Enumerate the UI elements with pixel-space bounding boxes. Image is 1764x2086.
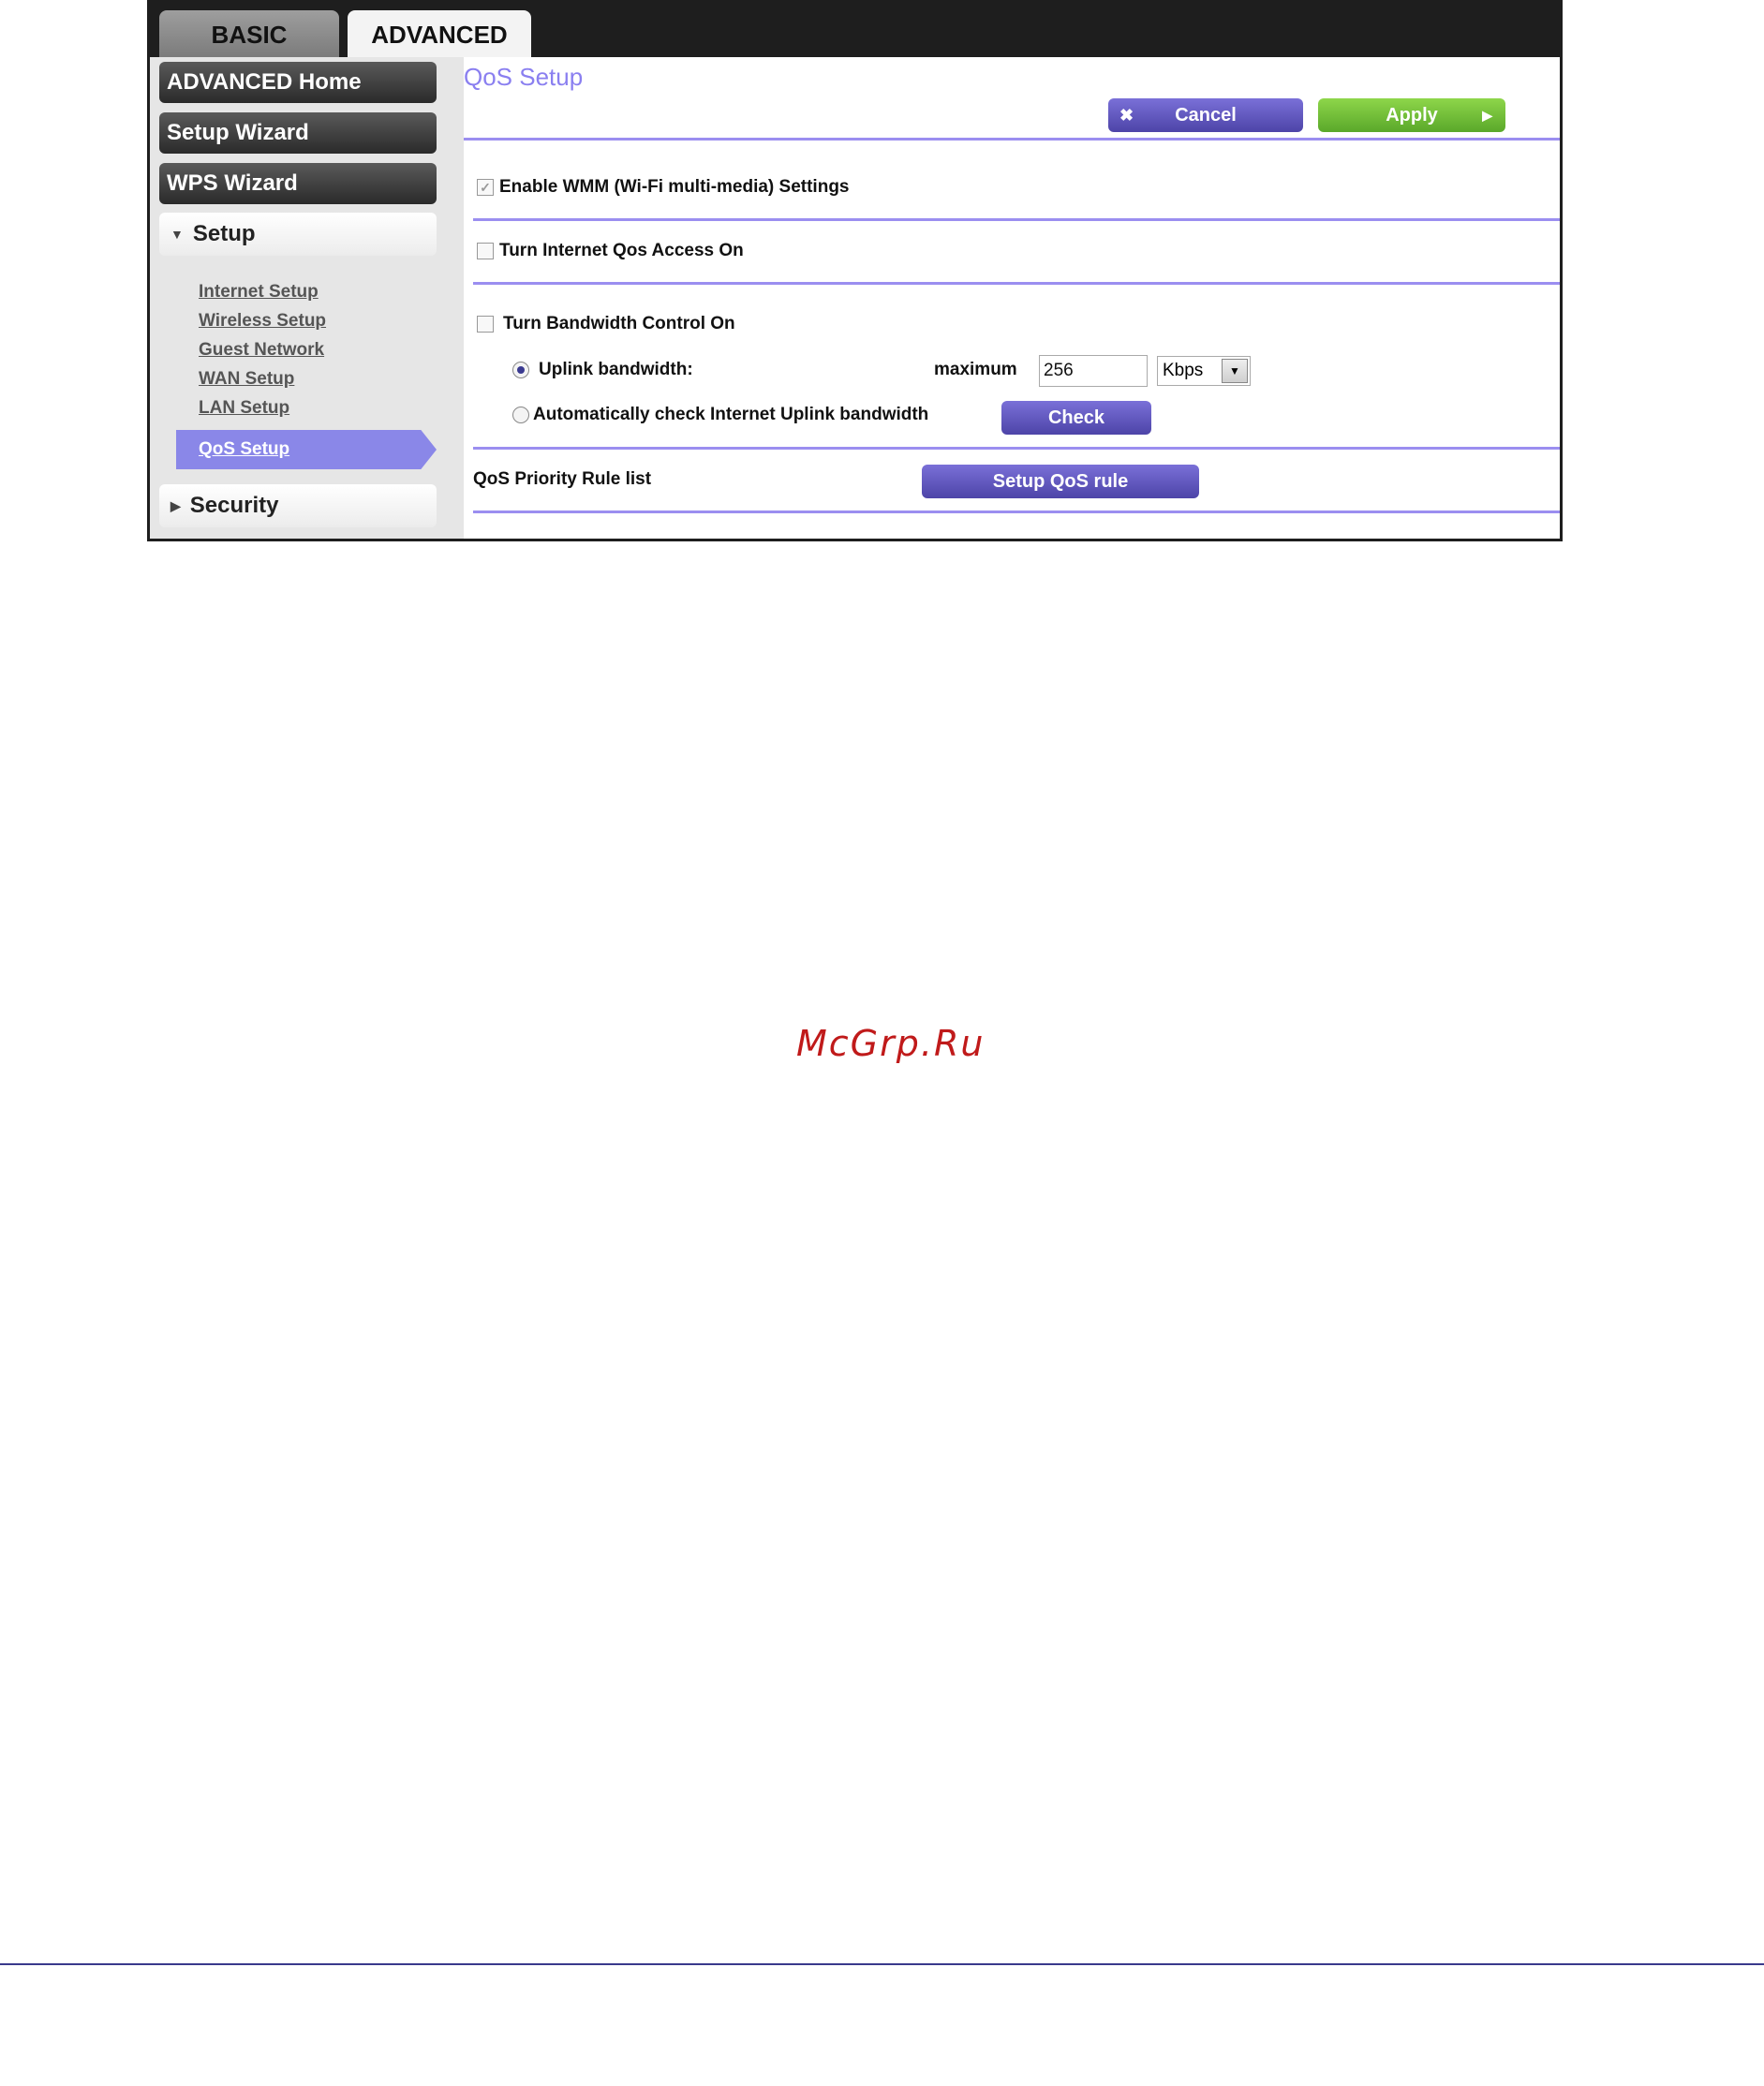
apply-label: Apply — [1386, 104, 1438, 126]
sidebar-item-lan-setup[interactable]: LAN Setup — [199, 398, 289, 419]
wps-wizard-button[interactable]: WPS Wizard — [159, 163, 437, 204]
sidebar-section-label: Setup — [192, 221, 256, 246]
apply-button[interactable]: Apply ▶ — [1318, 98, 1505, 132]
watermark: McGrp.Ru — [796, 1023, 986, 1064]
bandwidth-control-label: Turn Bandwidth Control On — [503, 314, 735, 333]
divider — [464, 138, 1560, 141]
bandwidth-control-checkbox[interactable] — [477, 316, 494, 333]
internet-qos-checkbox[interactable] — [477, 243, 494, 259]
enable-wmm-label: Enable WMM (Wi-Fi multi-media) Settings — [499, 177, 850, 197]
rule-list-label: QoS Priority Rule list — [473, 469, 652, 489]
sidebar: ADVANCED Home Setup Wizard WPS Wizard ▼ … — [150, 57, 464, 539]
uplink-row: Uplink bandwidth: — [512, 360, 693, 380]
sidebar-item-qos-setup[interactable]: QoS Setup — [176, 430, 437, 469]
internet-qos-label: Turn Internet Qos Access On — [499, 241, 744, 260]
sidebar-item-wan-setup[interactable]: WAN Setup — [199, 369, 294, 390]
divider — [473, 282, 1560, 285]
sidebar-section-label: Security — [189, 493, 279, 518]
close-icon: ✖ — [1119, 105, 1134, 125]
tab-advanced[interactable]: ADVANCED — [348, 10, 531, 59]
auto-check-label: Automatically check Internet Uplink band… — [533, 405, 929, 424]
triangle-right-icon: ▶ — [170, 497, 181, 513]
enable-wmm-checkbox[interactable]: ✓ — [477, 179, 494, 196]
chevron-down-icon[interactable]: ▼ — [1222, 359, 1248, 383]
sidebar-item-wireless-setup[interactable]: Wireless Setup — [199, 311, 326, 332]
divider — [473, 447, 1560, 450]
setup-wizard-button[interactable]: Setup Wizard — [159, 112, 437, 154]
radio-dot — [517, 366, 525, 374]
wmm-row: ✓ Enable WMM (Wi-Fi multi-media) Setting… — [477, 177, 850, 198]
footer-divider — [0, 1963, 1764, 1965]
setup-qos-rule-button[interactable]: Setup QoS rule — [922, 465, 1199, 498]
cancel-label: Cancel — [1175, 104, 1237, 126]
triangle-down-icon: ▼ — [170, 227, 184, 242]
tab-bar: BASIC ADVANCED — [150, 3, 1560, 59]
sidebar-section-setup[interactable]: ▼ Setup — [159, 213, 437, 256]
cancel-button[interactable]: ✖ Cancel — [1108, 98, 1303, 132]
auto-check-radio[interactable] — [512, 407, 529, 423]
sidebar-item-guest-network[interactable]: Guest Network — [199, 340, 324, 361]
maximum-label: maximum — [934, 360, 1017, 379]
uplink-label: Uplink bandwidth: — [539, 360, 693, 379]
unit-select[interactable]: Kbps ▼ — [1157, 356, 1251, 386]
sidebar-item-internet-setup[interactable]: Internet Setup — [199, 282, 319, 303]
bandwidth-control-row: Turn Bandwidth Control On — [477, 314, 735, 334]
maximum-input[interactable]: 256 — [1039, 355, 1148, 387]
unit-value: Kbps — [1163, 361, 1204, 380]
tab-basic[interactable]: BASIC — [159, 10, 339, 59]
router-admin-screenshot: BASIC ADVANCED ADVANCED Home Setup Wizar… — [147, 0, 1563, 541]
play-arrow-icon: ▶ — [1482, 107, 1492, 123]
divider — [473, 510, 1560, 513]
advanced-home-button[interactable]: ADVANCED Home — [159, 62, 437, 103]
page-title: QoS Setup — [464, 63, 584, 91]
main-content: QoS Setup ✖ Cancel Apply ▶ ✓ Enable WMM … — [464, 57, 1560, 539]
uplink-radio[interactable] — [512, 362, 529, 378]
auto-check-row: Automatically check Internet Uplink band… — [512, 405, 928, 425]
divider — [473, 218, 1560, 221]
sidebar-section-security[interactable]: ▶ Security — [159, 484, 437, 527]
internet-qos-row: Turn Internet Qos Access On — [477, 241, 744, 261]
check-button[interactable]: Check — [1001, 401, 1151, 435]
